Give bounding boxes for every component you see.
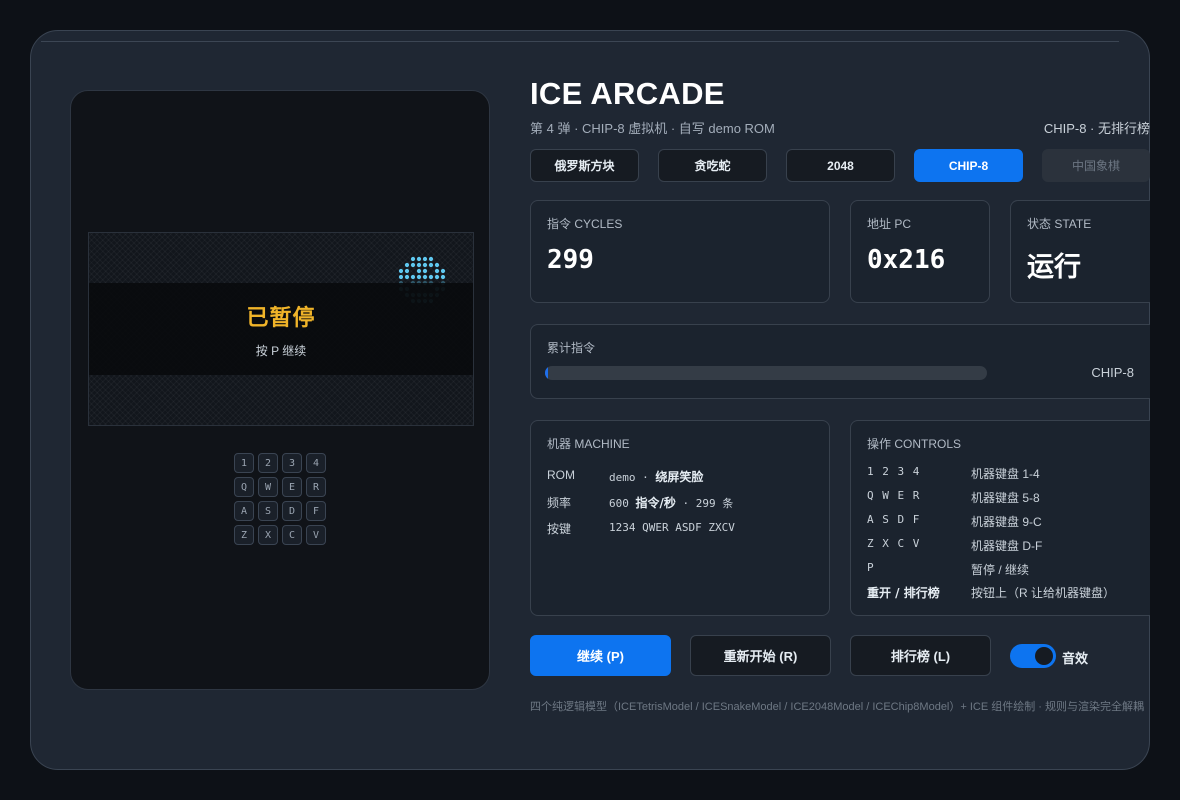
sprite-pixel xyxy=(422,262,428,268)
tab-tetris[interactable]: 俄罗斯方块 xyxy=(530,149,639,182)
control-desc: 暂停 / 继续 xyxy=(971,563,1030,577)
control-key: P xyxy=(867,561,875,574)
sprite-pixel xyxy=(416,256,422,262)
keypad-key-q[interactable]: Q xyxy=(234,477,254,497)
machine-title: 机器 MACHINE xyxy=(547,437,630,451)
restart-button[interactable]: 重新开始 (R) xyxy=(690,635,831,676)
sprite-pixel xyxy=(398,268,404,274)
control-desc: 机器键盘 D-F xyxy=(971,539,1043,553)
sprite-pixel xyxy=(428,262,434,268)
keypad-key-w[interactable]: W xyxy=(258,477,278,497)
app-subtitle: 第 4 弹 · CHIP-8 虚拟机 · 自写 demo ROM xyxy=(530,121,775,136)
control-desc: 机器键盘 9-C xyxy=(971,515,1042,529)
progress-tag: CHIP-8 xyxy=(1091,365,1134,380)
machine-card: 机器 MACHINE ROM demo · 绕屏笑脸 频率 600 指令/秒 ·… xyxy=(530,420,830,616)
sound-label: 音效 xyxy=(1062,651,1089,666)
keypad-key-z[interactable]: Z xyxy=(234,525,254,545)
machine-key: ROM xyxy=(547,468,575,482)
keypad-key-v[interactable]: V xyxy=(306,525,326,545)
chip8-display[interactable]: 已暂停 按 P 继续 xyxy=(88,232,474,426)
leaderboard-button[interactable]: 排行榜 (L) xyxy=(850,635,991,676)
keypad-key-a[interactable]: A xyxy=(234,501,254,521)
sound-toggle[interactable] xyxy=(1010,644,1056,668)
keypad-key-1[interactable]: 1 xyxy=(234,453,254,473)
control-desc: 按钮上（R 让给机器键盘） xyxy=(971,586,1116,600)
keypad-key-f[interactable]: F xyxy=(306,501,326,521)
keypad-key-d[interactable]: D xyxy=(282,501,302,521)
controls-title: 操作 CONTROLS xyxy=(867,437,962,451)
app-title: ICE ARCADE xyxy=(530,76,725,111)
progress-label: 累计指令 xyxy=(547,341,596,355)
cycles-card: 指令 CYCLES 299 xyxy=(530,200,830,303)
resume-button[interactable]: 继续 (P) xyxy=(530,635,671,676)
keypad-key-e[interactable]: E xyxy=(282,477,302,497)
control-key: Q W E R xyxy=(867,489,921,502)
emulator-screen[interactable]: 已暂停 按 P 继续 1 2 3 4 Q W E R A S D F Z X C… xyxy=(70,90,490,690)
keypad-key-r[interactable]: R xyxy=(306,477,326,497)
machine-value: 1234 QWER ASDF ZXCV xyxy=(609,521,735,534)
sprite-pixel xyxy=(416,262,422,268)
cycles-label: 指令 CYCLES xyxy=(547,217,623,231)
tab-chinese-chess[interactable]: 中国象棋 xyxy=(1042,149,1150,182)
footer-note: 四个纯逻辑模型（ICETetrisModel / ICESnakeModel /… xyxy=(530,701,1145,713)
controls-card: 操作 CONTROLS 1 2 3 4 机器键盘 1-4 Q W E R 机器键… xyxy=(850,420,1150,616)
pause-overlay: 已暂停 按 P 继续 xyxy=(89,283,473,375)
control-desc: 机器键盘 1-4 xyxy=(971,467,1040,481)
sprite-pixel xyxy=(440,274,446,280)
sprite-pixel xyxy=(428,256,434,262)
keypad-key-s[interactable]: S xyxy=(258,501,278,521)
sprite-pixel xyxy=(422,256,428,262)
sprite-pixel xyxy=(410,262,416,268)
sprite-pixel xyxy=(428,274,434,280)
state-card: 状态 STATE 运行 xyxy=(1010,200,1150,303)
sprite-pixel xyxy=(416,268,422,274)
progress-track xyxy=(545,366,987,380)
keypad-key-x[interactable]: X xyxy=(258,525,278,545)
machine-value: 600 指令/秒 · 299 条 xyxy=(609,496,734,510)
progress-fill xyxy=(545,366,548,380)
sprite-pixel xyxy=(404,262,410,268)
pc-label: 地址 PC xyxy=(867,217,912,231)
sprite-pixel xyxy=(410,274,416,280)
control-key: A S D F xyxy=(867,513,921,526)
sprite-pixel xyxy=(440,268,446,274)
state-value: 运行 xyxy=(1027,252,1081,283)
tab-2048[interactable]: 2048 xyxy=(786,149,895,182)
mode-label: CHIP-8 · 无排行榜 xyxy=(1043,121,1150,136)
machine-value: demo · 绕屏笑脸 xyxy=(609,470,704,484)
sprite-pixel xyxy=(422,274,428,280)
cycles-value: 299 xyxy=(547,245,594,275)
pause-hint: 按 P 继续 xyxy=(255,343,307,358)
virtual-keypad: 1 2 3 4 Q W E R A S D F Z X C V xyxy=(234,453,330,545)
sprite-pixel xyxy=(434,268,440,274)
keypad-key-2[interactable]: 2 xyxy=(258,453,278,473)
control-key: 重开 / 排行榜 xyxy=(867,586,940,600)
sprite-pixel xyxy=(404,268,410,274)
machine-key: 按键 xyxy=(547,522,572,536)
control-desc: 机器键盘 5-8 xyxy=(971,491,1040,505)
pause-title: 已暂停 xyxy=(246,304,316,330)
sprite-pixel xyxy=(410,256,416,262)
keypad-key-c[interactable]: C xyxy=(282,525,302,545)
pc-value: 0x216 xyxy=(867,245,946,275)
control-key: Z X C V xyxy=(867,537,921,550)
control-key: 1 2 3 4 xyxy=(867,465,921,478)
toggle-knob xyxy=(1035,647,1053,665)
top-divider xyxy=(41,41,1119,42)
machine-key: 频率 xyxy=(547,496,572,510)
keypad-key-3[interactable]: 3 xyxy=(282,453,302,473)
state-label: 状态 STATE xyxy=(1027,217,1092,231)
instruction-progress-card: 累计指令 CHIP-8 xyxy=(530,324,1150,399)
tab-chip8[interactable]: CHIP-8 xyxy=(914,149,1023,182)
sprite-pixel xyxy=(398,274,404,280)
keypad-key-4[interactable]: 4 xyxy=(306,453,326,473)
pc-card: 地址 PC 0x216 xyxy=(850,200,990,303)
sprite-pixel xyxy=(422,268,428,274)
sprite-pixel xyxy=(416,274,422,280)
tab-snake[interactable]: 贪吃蛇 xyxy=(658,149,767,182)
sprite-pixel xyxy=(434,262,440,268)
sprite-pixel xyxy=(404,274,410,280)
game-tabs: 俄罗斯方块 贪吃蛇 2048 CHIP-8 中国象棋 xyxy=(530,149,1150,183)
sprite-pixel xyxy=(434,274,440,280)
